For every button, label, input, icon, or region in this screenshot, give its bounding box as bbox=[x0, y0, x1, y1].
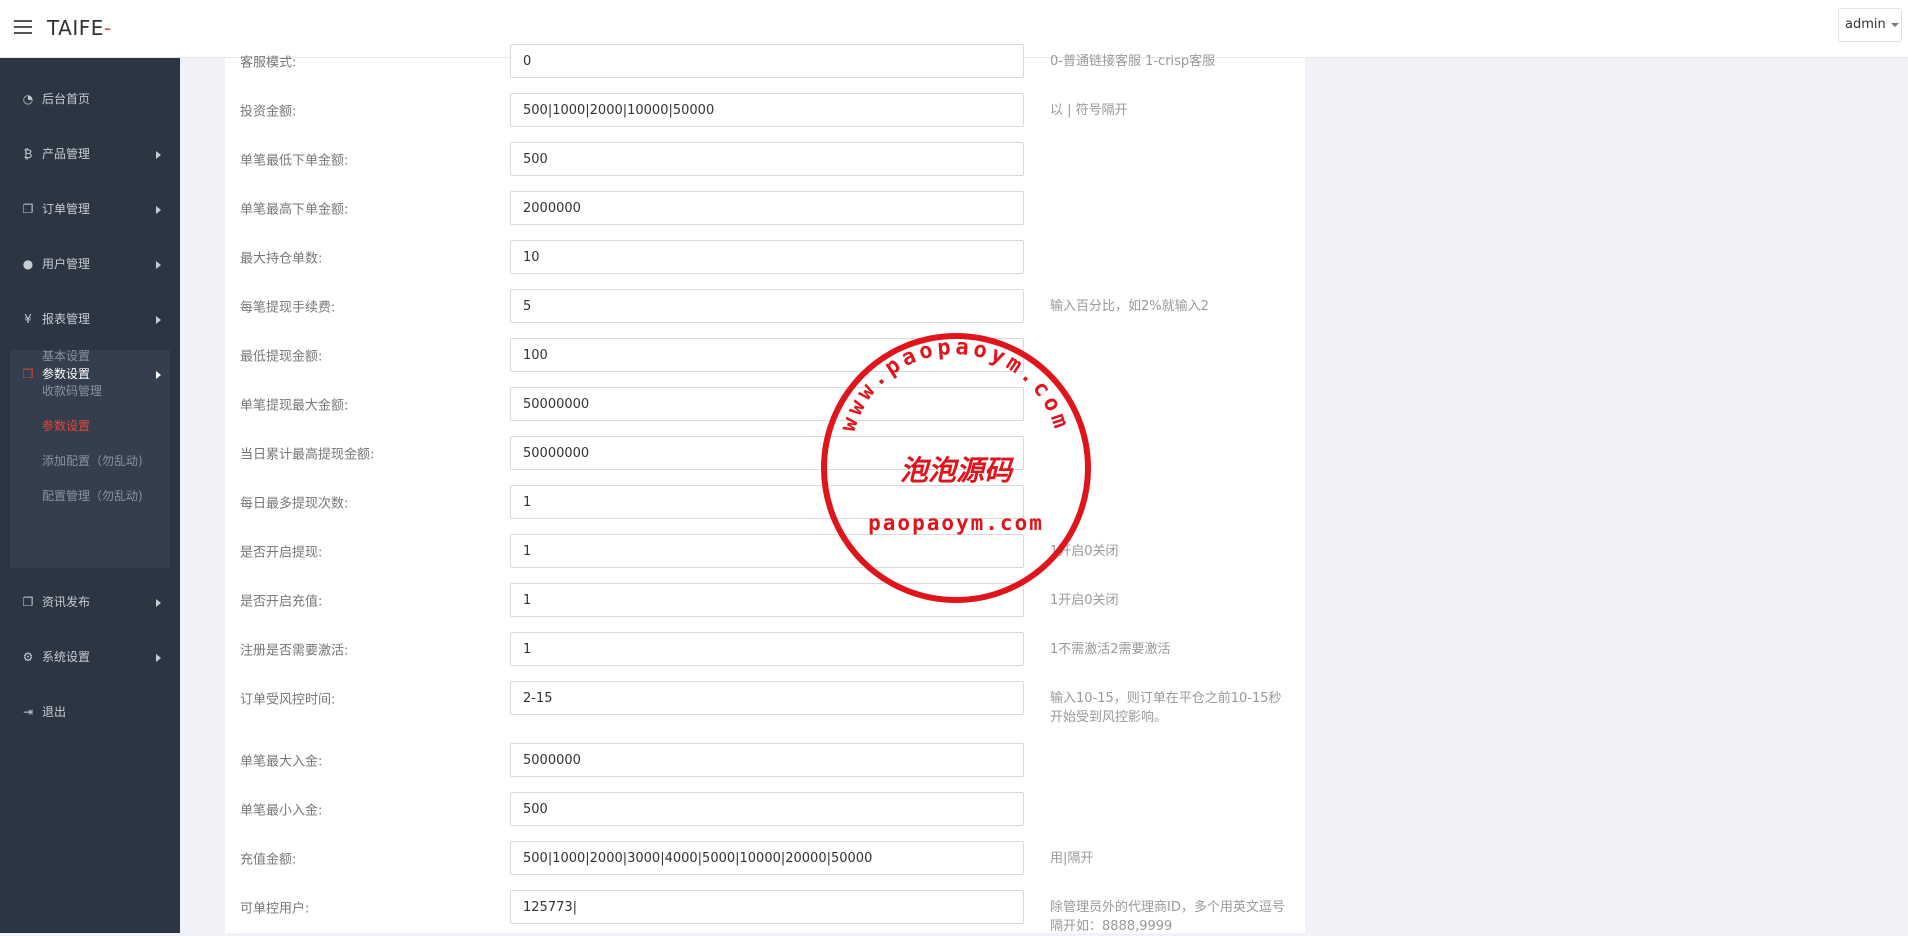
field-label: 可单控用户: bbox=[240, 901, 310, 917]
sidebar-item-6[interactable]: ❐ 资讯发布 bbox=[0, 580, 180, 624]
watermark-stamp: www.paopaoym.com 泡泡源码 paopaoym.com bbox=[821, 333, 1091, 603]
setting-input[interactable] bbox=[510, 841, 1024, 875]
setting-input[interactable] bbox=[510, 681, 1024, 715]
user-menu-button[interactable]: admin bbox=[1838, 8, 1902, 42]
chevron-right-icon bbox=[156, 371, 161, 379]
yen-icon: ¥ bbox=[24, 312, 32, 326]
field-hint: 用|隔开 bbox=[1050, 851, 1094, 866]
field-hint: 输入百分比，如2%就输入2 bbox=[1050, 299, 1209, 314]
sidebar-item-label: 后台首页 bbox=[42, 92, 91, 106]
sidebar-item-4[interactable]: ¥ 报表管理 bbox=[0, 297, 180, 341]
sidebar-item-3[interactable]: ● 用户管理 bbox=[0, 242, 180, 286]
field-label: 单笔最大入金: bbox=[240, 754, 323, 770]
field-label: 充值金额: bbox=[240, 852, 297, 868]
setting-input[interactable] bbox=[510, 632, 1024, 666]
field-hint: 输入10-15，则订单在平仓之前10-15秒开始受到风控影响。 bbox=[1050, 691, 1282, 725]
field-label: 客服模式: bbox=[240, 55, 297, 71]
sidebar-subitem-0[interactable]: 基本设置 bbox=[42, 346, 90, 366]
field-label: 当日累计最高提现金额: bbox=[240, 447, 375, 463]
setting-input[interactable] bbox=[510, 93, 1024, 127]
setting-input[interactable] bbox=[510, 240, 1024, 274]
chevron-right-icon bbox=[156, 654, 161, 662]
field-hint: 以 | 符号隔开 bbox=[1050, 103, 1128, 118]
field-label: 是否开启提现: bbox=[240, 545, 323, 561]
sidebar-item-label: 订单管理 bbox=[42, 202, 91, 216]
field-label: 单笔最小入金: bbox=[240, 803, 323, 819]
settings-form-panel: 客服模式: 0-普通链接客服 1-crisp客服投资金额: 以 | 符号隔开单笔最低… bbox=[225, 44, 1305, 934]
field-hint: 除管理员外的代理商ID，多个用英文逗号隔开如：8888,9999 bbox=[1050, 900, 1285, 934]
chevron-right-icon bbox=[156, 151, 161, 159]
field-label: 最大持仓单数: bbox=[240, 251, 323, 267]
setting-input[interactable] bbox=[510, 890, 1024, 924]
setting-input[interactable] bbox=[510, 44, 1024, 78]
sidebar-item-label: 用户管理 bbox=[42, 257, 91, 271]
copy-icon: ❐ bbox=[22, 202, 34, 216]
copy-icon: ❐ bbox=[22, 367, 34, 381]
menu-toggle-icon[interactable] bbox=[14, 20, 32, 34]
sidebar-item-0[interactable]: ◔ 后台首页 bbox=[0, 77, 180, 121]
field-label: 单笔最低下单金额: bbox=[240, 153, 349, 169]
sidebar-item-label: 资讯发布 bbox=[42, 595, 91, 609]
brand-name: TAIFE bbox=[47, 16, 104, 40]
chevron-right-icon bbox=[156, 261, 161, 269]
field-label: 最低提现金额: bbox=[240, 349, 323, 365]
setting-input[interactable] bbox=[510, 289, 1024, 323]
chevron-right-icon bbox=[156, 206, 161, 214]
brand-logo[interactable]: TAIFE- bbox=[47, 16, 112, 40]
dashboard-icon: ◔ bbox=[22, 92, 34, 106]
sidebar-item-label: 产品管理 bbox=[42, 147, 91, 161]
setting-input[interactable] bbox=[510, 743, 1024, 777]
sidebar-item-1[interactable]: ₿ 产品管理 bbox=[0, 132, 180, 176]
sidebar-subitem-4[interactable]: 配置管理（勿乱动) bbox=[42, 486, 143, 506]
field-hint: 1不需激活2需要激活 bbox=[1050, 642, 1171, 657]
field-label: 单笔提现最大金额: bbox=[240, 398, 349, 414]
field-label: 单笔最高下单金额: bbox=[240, 202, 349, 218]
stamp-center-text: 泡泡源码 bbox=[900, 454, 1015, 487]
gears-icon: ⚙ bbox=[22, 650, 34, 664]
sidebar-item-7[interactable]: ⚙ 系统设置 bbox=[0, 635, 180, 679]
field-label: 注册是否需要激活: bbox=[240, 643, 349, 659]
sidebar-item-label: 系统设置 bbox=[42, 650, 91, 664]
field-label: 每笔提现手续费: bbox=[240, 300, 336, 316]
sign-out-icon: ⇥ bbox=[22, 705, 34, 719]
stamp-ring-text: www.paopaoym.com bbox=[836, 335, 1075, 435]
sidebar-item-8[interactable]: ⇥ 退出 bbox=[0, 690, 180, 734]
chevron-right-icon bbox=[156, 599, 161, 607]
sidebar-subitem-3[interactable]: 添加配置（勿乱动) bbox=[42, 451, 143, 471]
chevron-down-icon bbox=[1891, 23, 1899, 27]
sidebar-item-label: 报表管理 bbox=[42, 312, 91, 326]
field-hint: 0-普通链接客服 1-crisp客服 bbox=[1050, 54, 1216, 69]
setting-input[interactable] bbox=[510, 191, 1024, 225]
copy-icon: ❐ bbox=[22, 595, 34, 609]
stamp-bottom-text: paopaoym.com bbox=[868, 511, 1044, 535]
sidebar-subitem-1[interactable]: 收款码管理 bbox=[42, 381, 102, 401]
sidebar: ◔ 后台首页 ₿ 产品管理 ❐ 订单管理 ● 用户管理 ¥ 报表管理 ❐ 参数设置 ❐ 资讯发布 ⚙ 系统设置… bbox=[0, 58, 180, 933]
setting-input[interactable] bbox=[510, 792, 1024, 826]
field-label: 每日最多提现次数: bbox=[240, 496, 349, 512]
user-label: admin bbox=[1845, 17, 1886, 32]
bitcoin-icon: ₿ bbox=[23, 147, 33, 161]
setting-input[interactable] bbox=[510, 142, 1024, 176]
field-label: 订单受风控时间: bbox=[240, 692, 336, 708]
chevron-right-icon bbox=[156, 316, 161, 324]
field-label: 是否开启充值: bbox=[240, 594, 323, 610]
sidebar-item-label: 退出 bbox=[42, 705, 67, 719]
field-label: 投资金额: bbox=[240, 104, 297, 120]
user-icon: ● bbox=[22, 257, 34, 271]
sidebar-item-2[interactable]: ❐ 订单管理 bbox=[0, 187, 180, 231]
sidebar-subitem-2[interactable]: 参数设置 bbox=[42, 416, 90, 436]
brand-accent: - bbox=[103, 16, 112, 40]
